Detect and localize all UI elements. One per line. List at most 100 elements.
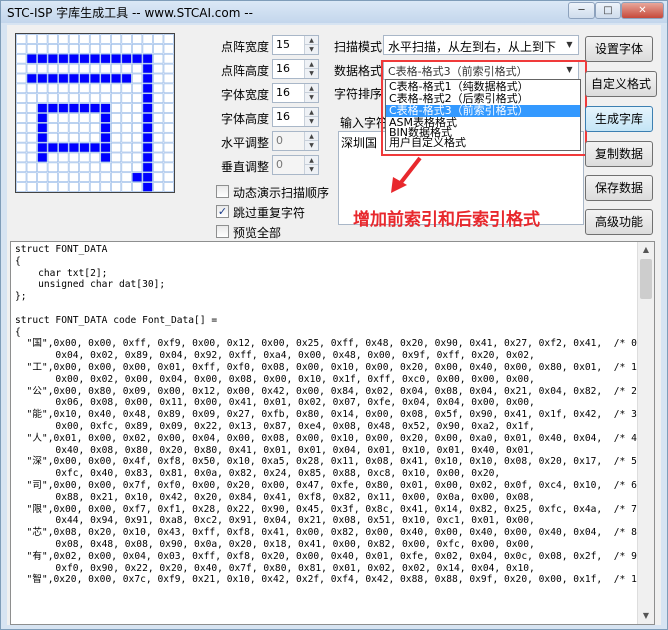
pixel-on (58, 73, 69, 84)
close-button[interactable]: ✕ (621, 2, 664, 19)
pixel-on (58, 142, 69, 153)
spin-down-icon[interactable]: ▼ (305, 117, 318, 126)
checkbox-icon[interactable] (216, 225, 229, 238)
v-adjust-value[interactable]: 0 (276, 158, 283, 171)
pixel-off (26, 172, 37, 182)
pixel-on (89, 53, 101, 64)
pixel-off (47, 172, 58, 182)
pixel-off (47, 34, 58, 44)
v-adjust-spinner[interactable]: 0 ▲ ▼ (272, 155, 319, 175)
font-width-value[interactable]: 16 (276, 86, 290, 99)
pixel-on (37, 142, 48, 153)
spin-up-icon[interactable]: ▲ (305, 60, 318, 69)
dot-width-spinner[interactable]: 15 ▲ ▼ (272, 35, 319, 55)
checkbox-icon[interactable] (216, 185, 229, 198)
pixel-on (68, 142, 79, 153)
pixel-off (47, 152, 58, 163)
pixel-on (142, 103, 153, 113)
pixel-off (37, 172, 48, 182)
vertical-scrollbar[interactable]: ▲ ▼ (637, 242, 654, 624)
spin-up-icon[interactable]: ▲ (305, 36, 318, 45)
v-adjust-label: 垂直调整 (221, 160, 270, 174)
scan-mode-value[interactable]: 水平扫描，从左到右，从上到下 (388, 38, 556, 55)
pixel-off (153, 162, 164, 173)
copy-data-button[interactable]: 复制数据 (585, 141, 653, 167)
pixel-on (142, 132, 153, 143)
pixel-on (142, 73, 153, 84)
h-adjust-spinner[interactable]: 0 ▲ ▼ (272, 131, 319, 151)
pixel-on (142, 93, 153, 103)
pixel-off (100, 83, 111, 94)
minimize-button[interactable]: ─ (568, 2, 595, 19)
chevron-down-icon[interactable]: ▼ (562, 37, 577, 53)
highlight-box (381, 60, 587, 156)
pixel-off (163, 152, 174, 163)
pixel-on (79, 142, 90, 153)
maximize-button[interactable]: □ (595, 2, 621, 19)
pixel-off (111, 103, 122, 113)
pixel-on (37, 53, 48, 64)
pixel-off (58, 93, 69, 103)
save-data-button[interactable]: 保存数据 (585, 175, 653, 201)
window-title: STC-ISP 字库生成工具 -- www.STCAI.com -- (7, 6, 253, 20)
spin-down-icon[interactable]: ▼ (305, 93, 318, 102)
scroll-up-icon[interactable]: ▲ (638, 242, 654, 258)
font-height-spinner[interactable]: 16 ▲ ▼ (272, 107, 319, 127)
dot-height-value[interactable]: 16 (276, 62, 290, 75)
spin-up-icon[interactable]: ▲ (305, 156, 318, 165)
spin-up-icon[interactable]: ▲ (305, 108, 318, 117)
pixel-off (142, 44, 153, 54)
pixel-off (121, 93, 132, 103)
pixel-off (68, 93, 79, 103)
pixel-on (37, 103, 48, 113)
spin-up-icon[interactable]: ▲ (305, 132, 318, 141)
set-font-button[interactable]: 设置字体 (585, 36, 653, 62)
spin-up-icon[interactable]: ▲ (305, 84, 318, 93)
spin-down-icon[interactable]: ▼ (305, 69, 318, 78)
pixel-off (163, 83, 174, 94)
scroll-thumb[interactable] (640, 259, 652, 299)
pixel-off (121, 142, 132, 153)
pixel-off (153, 34, 164, 44)
h-adjust-value[interactable]: 0 (276, 134, 283, 147)
pixel-off (47, 93, 58, 103)
dot-height-label: 点阵高度 (221, 64, 270, 78)
custom-format-button[interactable]: 自定义格式 (585, 71, 657, 97)
pixel-off (68, 162, 79, 173)
advanced-button[interactable]: 高级功能 (585, 209, 653, 235)
pixel-on (68, 103, 79, 113)
pixel-on (37, 73, 48, 84)
pixel-off (89, 44, 101, 54)
pixel-off (132, 182, 143, 192)
pixel-on (37, 132, 48, 143)
pixel-off (132, 34, 143, 44)
pixel-on (37, 113, 48, 123)
pixel-off (111, 44, 122, 54)
pixel-on (26, 53, 37, 64)
scroll-down-icon[interactable]: ▼ (638, 608, 654, 624)
checkmark-icon[interactable]: ✓ (216, 205, 229, 218)
pixel-on (68, 73, 79, 84)
pixel-off (79, 44, 90, 54)
pixel-off (79, 162, 90, 173)
pixel-off (111, 63, 122, 74)
spin-down-icon[interactable]: ▼ (305, 141, 318, 150)
spin-down-icon[interactable]: ▼ (305, 45, 318, 54)
scan-mode-select[interactable]: 水平扫描，从左到右，从上到下 ▼ (383, 35, 579, 55)
generate-font-button[interactable]: 生成字库 (585, 106, 653, 132)
dot-height-spinner[interactable]: 16 ▲ ▼ (272, 59, 319, 79)
font-width-spinner[interactable]: 16 ▲ ▼ (272, 83, 319, 103)
pixel-off (26, 182, 37, 192)
pixel-off (16, 83, 27, 94)
pixel-off (16, 113, 27, 123)
font-height-value[interactable]: 16 (276, 110, 290, 123)
pixel-off (100, 162, 111, 173)
pixel-off (132, 63, 143, 74)
pixel-off (89, 152, 101, 163)
dot-width-value[interactable]: 15 (276, 38, 290, 51)
font-width-label: 字体宽度 (221, 88, 270, 102)
code-output[interactable]: struct FONT_DATA { char txt[2]; unsigned… (10, 241, 655, 625)
spin-down-icon[interactable]: ▼ (305, 165, 318, 174)
input-chars-value[interactable]: 深圳国 (341, 134, 377, 151)
pixel-off (26, 103, 37, 113)
